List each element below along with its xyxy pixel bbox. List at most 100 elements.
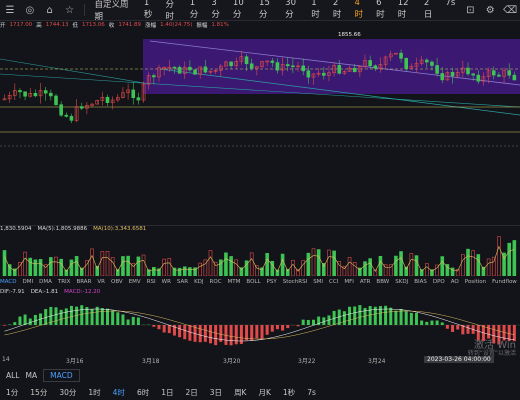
macd-bar xyxy=(178,325,182,338)
macd-chart[interactable] xyxy=(0,297,520,354)
indicator-tab[interactable]: TRIX xyxy=(58,279,71,285)
candle-body xyxy=(466,67,470,75)
indicator-tab[interactable]: VR xyxy=(97,279,105,285)
volume-ma-line xyxy=(4,245,515,273)
indicator-tab[interactable]: BOLL xyxy=(246,279,260,285)
indicator-tab[interactable]: PSY xyxy=(267,279,277,285)
bottom-period-tab[interactable]: 3日 xyxy=(204,387,228,398)
period-tab[interactable]: 1秒 xyxy=(139,0,161,22)
candlestick-chart[interactable]: 1855.66 xyxy=(0,29,520,225)
bottom-period-tab[interactable]: 1秒 xyxy=(277,387,301,398)
indicator-tab[interactable]: BIAS xyxy=(414,279,427,285)
bottom-period-tab[interactable]: 7s xyxy=(301,388,322,397)
camera-icon[interactable]: ⊡ xyxy=(460,0,480,20)
indicator-tab[interactable]: Fundflow xyxy=(492,279,517,285)
bottom-period-tab[interactable]: 周K xyxy=(228,387,252,398)
candle-body xyxy=(69,116,74,121)
indicator-tab[interactable]: Position xyxy=(465,279,486,285)
volume-bar xyxy=(229,256,233,277)
macd-button[interactable]: MACD xyxy=(43,368,80,382)
period-tab[interactable]: 4时 xyxy=(350,0,372,22)
volume-bar xyxy=(152,267,156,277)
macd-bar xyxy=(255,325,259,339)
bottom-period-tab[interactable]: 1时 xyxy=(82,387,106,398)
volume-bar xyxy=(414,255,419,277)
macd-bar xyxy=(100,308,104,325)
candle-body xyxy=(399,52,403,59)
period-tab[interactable]: 1时 xyxy=(306,0,328,22)
candle-body xyxy=(476,74,481,82)
bottom-period-tab[interactable]: 2日 xyxy=(180,387,204,398)
bottom-period-tab[interactable]: 4时 xyxy=(107,387,131,398)
star-icon[interactable]: ☆ xyxy=(60,0,80,20)
indicator-tab[interactable]: WR xyxy=(162,279,171,285)
target-icon[interactable]: ◎ xyxy=(20,0,40,20)
indicator-tab[interactable]: DMA xyxy=(39,279,52,285)
indicator-tab[interactable]: KDJ xyxy=(194,279,203,285)
all-button[interactable]: ALL xyxy=(6,371,20,380)
bottom-period-tab[interactable]: 月K xyxy=(252,387,276,398)
custom-period-button[interactable]: 自定义周期 xyxy=(88,0,138,22)
indicator-tab[interactable]: ROC xyxy=(210,279,222,285)
ma-button[interactable]: MA xyxy=(26,371,38,380)
macd-bar xyxy=(28,318,32,325)
candle-body xyxy=(172,66,177,69)
indicator-tab[interactable]: DPO xyxy=(433,279,445,285)
volume-bar xyxy=(162,258,166,277)
indicator-tab[interactable]: AO xyxy=(451,279,459,285)
indicator-tabs: MACD DMI DMA TRIX BRAR VR OBV EMV RSI WR SAR KDJ ROC… xyxy=(0,277,520,287)
volume-bar xyxy=(59,258,63,277)
indicator-tab[interactable]: MTM xyxy=(228,279,241,285)
cursor-icon[interactable]: ☰ xyxy=(0,0,20,20)
period-tab[interactable]: 2时 xyxy=(328,0,350,22)
quote-open-label: 开 xyxy=(0,22,6,29)
period-tab[interactable]: 2日 xyxy=(419,0,441,22)
period-tab[interactable]: 6时 xyxy=(371,0,393,22)
indicator-tab[interactable]: RSI xyxy=(147,279,156,285)
macd-bar xyxy=(18,316,22,325)
bottom-period-tab[interactable]: 1日 xyxy=(155,387,179,398)
period-tab[interactable]: 15分 xyxy=(254,0,280,22)
bottom-period-tab[interactable]: 15分 xyxy=(24,387,53,398)
indicator-tab[interactable]: BBW xyxy=(376,279,389,285)
period-tab[interactable]: 1分 xyxy=(185,0,207,22)
indicator-tab[interactable]: BRAR xyxy=(76,279,91,285)
indicator-tab[interactable]: StochRSI xyxy=(283,279,307,285)
indicator-tab[interactable]: EMV xyxy=(129,279,141,285)
volume-bar xyxy=(69,259,74,277)
volume-bar xyxy=(332,250,336,277)
bottom-period-tab[interactable]: 30分 xyxy=(53,387,82,398)
indicator-tab[interactable]: SKDJ xyxy=(395,279,408,285)
period-tab[interactable]: 30分 xyxy=(280,0,306,22)
home-icon[interactable]: ⌂ xyxy=(40,0,60,20)
macd-bar xyxy=(342,311,346,325)
bottom-period-tab[interactable]: 1分 xyxy=(0,387,24,398)
macd-bar xyxy=(358,305,362,325)
period-tab[interactable]: 10分 xyxy=(228,0,254,22)
indicator-tab[interactable]: ATR xyxy=(360,279,371,285)
indicator-tab[interactable]: OBV xyxy=(111,279,123,285)
indicator-tab[interactable]: DMI xyxy=(23,279,34,285)
indicator-tab[interactable]: SMI xyxy=(313,279,323,285)
volume-bar xyxy=(54,256,58,277)
indicator-tab[interactable]: MFI xyxy=(344,279,354,285)
period-tab[interactable]: 3分 xyxy=(206,0,228,22)
indicator-tab[interactable]: MACD xyxy=(0,279,17,285)
volume-chart[interactable] xyxy=(0,234,520,277)
quote-high: 1744.13 xyxy=(45,21,69,28)
candle-body xyxy=(275,62,280,71)
period-tab[interactable]: 12时 xyxy=(393,0,419,22)
volume-bar xyxy=(7,264,12,277)
period-tab[interactable]: 分时 xyxy=(161,0,185,22)
gear-icon[interactable]: ⚙ xyxy=(480,0,500,20)
macd-bar xyxy=(136,317,140,325)
cursor-date-label: 2023-03-26 04:00:00 xyxy=(424,356,494,363)
volume-bar xyxy=(105,251,110,277)
indicator-tab[interactable]: SAR xyxy=(177,279,188,285)
volume-bar xyxy=(512,240,517,277)
indicator-tab[interactable]: CCI xyxy=(329,279,338,285)
trash-icon[interactable]: ⌫ xyxy=(500,0,520,20)
period-tab[interactable]: 7s xyxy=(440,0,460,22)
macd-bar xyxy=(425,321,429,325)
bottom-period-tab[interactable]: 6时 xyxy=(131,387,155,398)
